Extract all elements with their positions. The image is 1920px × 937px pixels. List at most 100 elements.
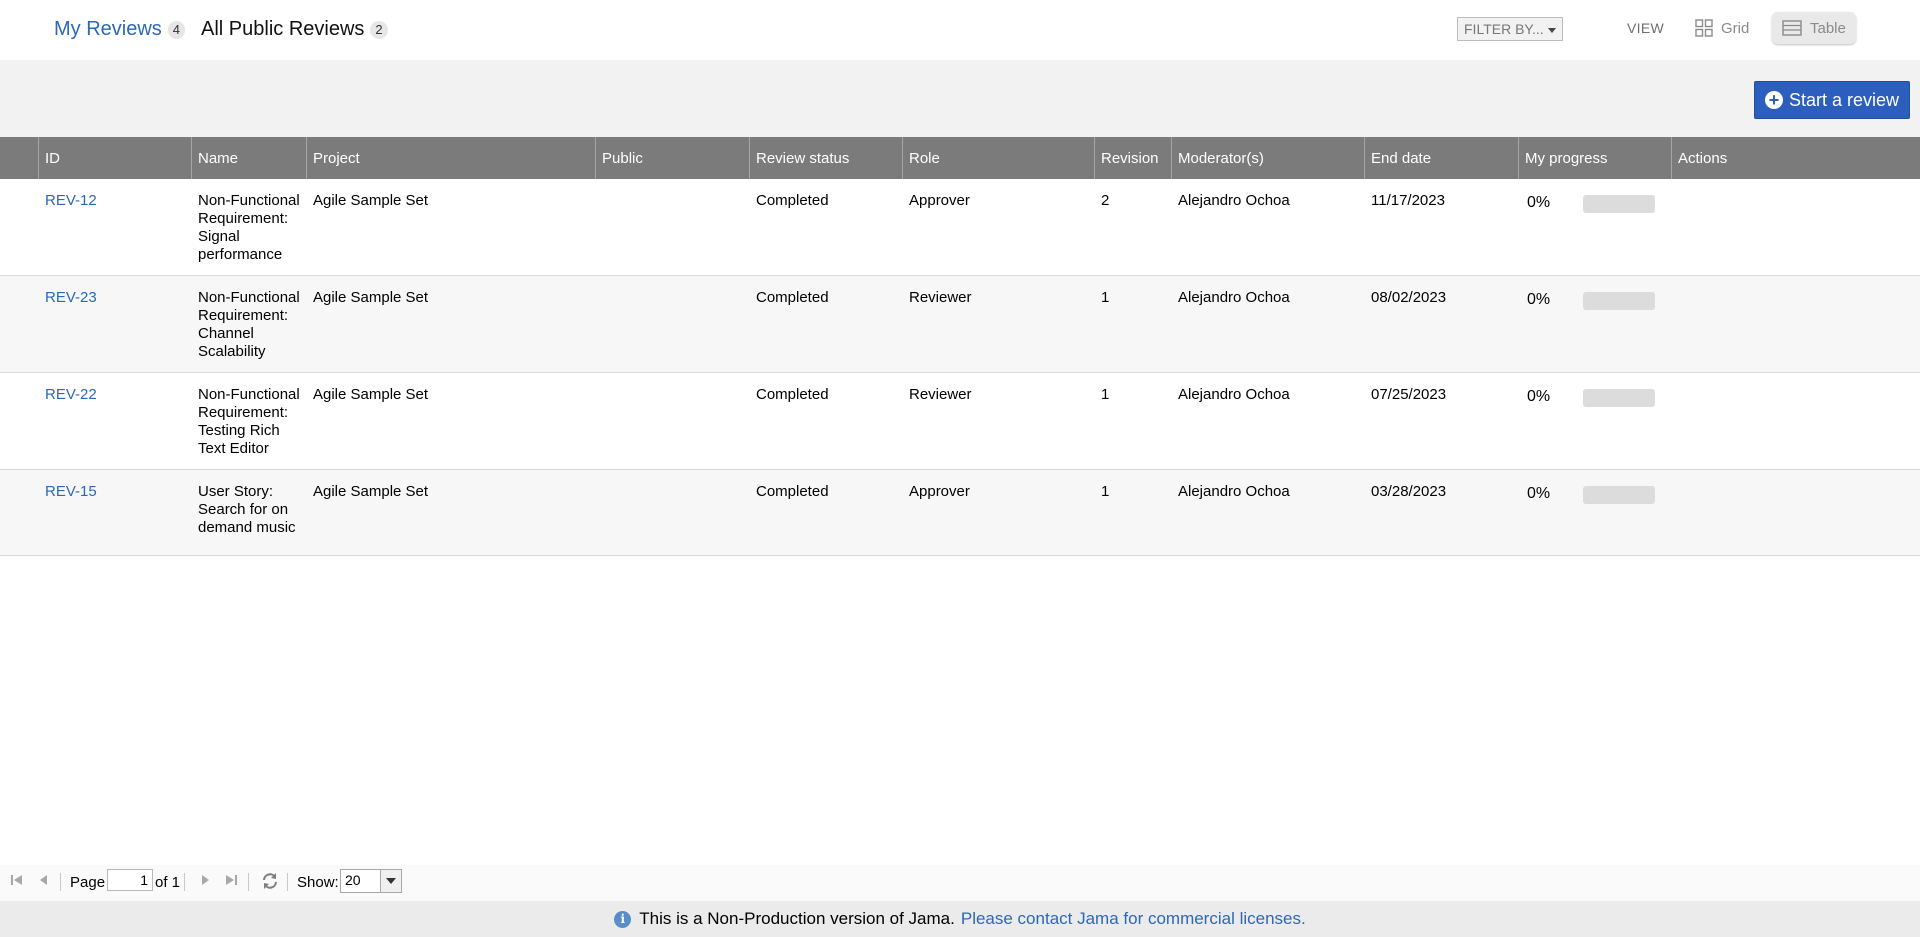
end-date-cell: 11/17/2023 (1371, 192, 1445, 209)
view-grid-button[interactable]: Grid (1685, 12, 1759, 44)
table-row[interactable]: REV-23 Non-Functional Requirement: Chann… (0, 276, 1920, 373)
review-name-cell: Non-Functional Requirement: Signal perfo… (198, 192, 300, 263)
review-id-cell: REV-23 (39, 276, 192, 372)
filter-dropdown[interactable]: FILTER BY... (1457, 17, 1563, 41)
column-header-moderators[interactable]: Moderator(s) (1172, 137, 1365, 179)
revision-cell: 1 (1101, 483, 1110, 500)
review-status-cell: Completed (756, 289, 829, 306)
filter-label: FILTER BY... (1464, 21, 1544, 37)
tab-label: All Public Reviews (201, 18, 365, 40)
actions-cell (1672, 276, 1920, 372)
row-spacer (0, 179, 39, 275)
progress-bar (1583, 292, 1655, 310)
moderator-cell: Alejandro Ochoa (1178, 386, 1290, 403)
banner-notice: This is a Non-Production version of Jama… (639, 909, 955, 928)
view-table-button[interactable]: Table (1772, 12, 1856, 44)
end-date-cell: 08/02/2023 (1371, 289, 1447, 306)
row-spacer (0, 373, 39, 469)
next-page-icon[interactable] (198, 873, 212, 891)
pager-separator (60, 873, 61, 891)
table-icon (1782, 20, 1802, 36)
review-id-cell: REV-12 (39, 179, 192, 275)
public-cell (596, 470, 750, 555)
column-header-selector[interactable] (0, 137, 39, 179)
column-header-public[interactable]: Public (596, 137, 750, 179)
column-header-project[interactable]: Project (307, 137, 596, 179)
review-id-cell: REV-15 (39, 470, 192, 555)
last-page-icon[interactable] (224, 873, 238, 891)
page-size-select[interactable]: 20 (340, 869, 402, 893)
my-progress-cell: 0% (1519, 276, 1672, 372)
end-date-cell: 03/28/2023 (1371, 483, 1447, 500)
refresh-icon[interactable] (261, 872, 279, 894)
role-cell: Reviewer (909, 289, 972, 306)
column-header-my-progress[interactable]: My progress (1519, 137, 1672, 179)
info-icon: i (614, 910, 632, 928)
revision-cell: 2 (1101, 192, 1110, 209)
toolbar-band: + Start a review (0, 60, 1920, 137)
moderator-cell: Alejandro Ochoa (1178, 192, 1290, 209)
page-of-label: of 1 (155, 874, 181, 891)
progress-percent: 0% (1527, 485, 1551, 502)
view-table-label: Table (1810, 19, 1846, 37)
tab-my-reviews[interactable]: My Reviews 4 (54, 18, 186, 63)
review-name-cell: Non-Functional Requirement: Channel Scal… (198, 289, 300, 360)
actions-cell (1672, 470, 1920, 555)
column-header-actions[interactable]: Actions (1672, 137, 1920, 179)
first-page-icon[interactable] (10, 873, 24, 891)
role-cell: Reviewer (909, 386, 972, 403)
moderator-cell: Alejandro Ochoa (1178, 289, 1290, 306)
tab-count-badge: 4 (167, 21, 186, 39)
caret-down-icon (1548, 28, 1556, 33)
column-header-revision[interactable]: Revision (1095, 137, 1172, 179)
column-header-name[interactable]: Name (192, 137, 307, 179)
progress-bar (1583, 486, 1655, 504)
project-cell: Agile Sample Set (313, 289, 429, 306)
public-cell (596, 276, 750, 372)
page-number-input[interactable] (107, 869, 153, 891)
progress-percent: 0% (1527, 388, 1551, 405)
table-row[interactable]: REV-22 Non-Functional Requirement: Testi… (0, 373, 1920, 470)
table-header: ID Name Project Public Review status Rol… (0, 137, 1920, 179)
role-cell: Approver (909, 483, 970, 500)
start-review-button[interactable]: + Start a review (1753, 81, 1910, 119)
public-cell (596, 179, 750, 275)
page-header: My Reviews 4 All Public Reviews 2 FILTER… (0, 0, 1920, 63)
actions-cell (1672, 373, 1920, 469)
my-progress-cell: 0% (1519, 470, 1672, 555)
review-id-link[interactable]: REV-23 (45, 289, 97, 306)
review-id-link[interactable]: REV-22 (45, 386, 97, 403)
role-cell: Approver (909, 192, 970, 209)
page-label: Page (70, 874, 106, 891)
moderator-cell: Alejandro Ochoa (1178, 483, 1290, 500)
column-header-role[interactable]: Role (903, 137, 1095, 179)
my-progress-cell: 0% (1519, 373, 1672, 469)
progress-percent: 0% (1527, 194, 1551, 211)
table-row[interactable]: REV-12 Non-Functional Requirement: Signa… (0, 179, 1920, 276)
project-cell: Agile Sample Set (313, 192, 429, 209)
contact-license-link[interactable]: Please contact Jama for commercial licen… (961, 909, 1306, 929)
view-label: VIEW (1627, 20, 1664, 36)
grid-icon (1695, 19, 1713, 37)
column-header-review-status[interactable]: Review status (750, 137, 903, 179)
review-id-link[interactable]: REV-12 (45, 192, 97, 209)
actions-cell (1672, 179, 1920, 275)
column-header-end-date[interactable]: End date (1365, 137, 1519, 179)
table-body: REV-12 Non-Functional Requirement: Signa… (0, 179, 1920, 556)
plus-circle-icon: + (1764, 91, 1783, 109)
reviews-table: ID Name Project Public Review status Rol… (0, 137, 1920, 556)
pager-separator (184, 873, 185, 891)
column-header-id[interactable]: ID (39, 137, 192, 179)
page-size-value: 20 (345, 872, 361, 888)
progress-percent: 0% (1527, 291, 1551, 308)
prev-page-icon[interactable] (37, 873, 51, 891)
review-id-link[interactable]: REV-15 (45, 483, 97, 500)
review-status-cell: Completed (756, 483, 829, 500)
start-review-label: Start a review (1788, 89, 1899, 110)
table-row[interactable]: REV-15 User Story: Search for on demand … (0, 470, 1920, 556)
progress-bar (1583, 195, 1655, 213)
revision-cell: 1 (1101, 386, 1110, 403)
tab-all-public-reviews[interactable]: All Public Reviews 2 (201, 18, 388, 54)
revision-cell: 1 (1101, 289, 1110, 306)
review-status-cell: Completed (756, 192, 829, 209)
